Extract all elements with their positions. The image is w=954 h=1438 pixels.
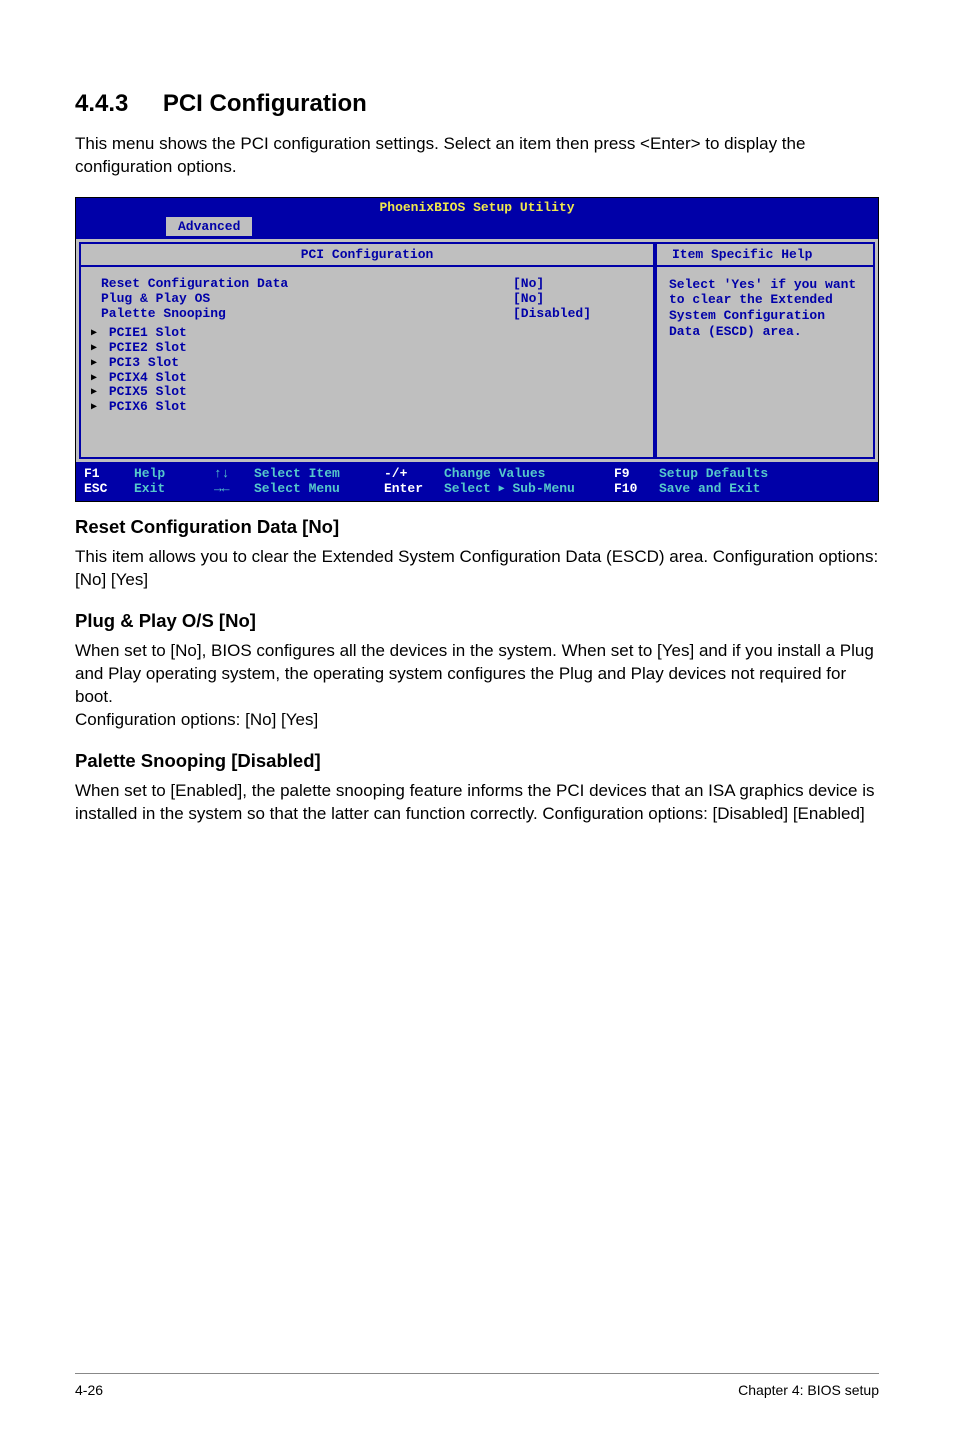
footer-label-select-item: Select Item bbox=[254, 466, 340, 481]
bios-left-header: PCI Configuration bbox=[81, 244, 653, 267]
section-header: 4.4.3 PCI Configuration bbox=[75, 90, 879, 118]
footer-label-sub-menu: Select ▶ Sub-Menu bbox=[444, 481, 575, 496]
footer-key-esc: ESC bbox=[84, 481, 107, 496]
submenu-arrow-icon: ▶ bbox=[91, 402, 101, 414]
bios-main: PCI Configuration Reset Configuration Da… bbox=[76, 237, 878, 462]
bios-title: PhoenixBIOS Setup Utility bbox=[76, 198, 878, 217]
footer-label-setup-defaults: Setup Defaults bbox=[659, 466, 768, 481]
bios-left-pane: PCI Configuration Reset Configuration Da… bbox=[79, 242, 655, 459]
submenu-arrow-icon: ▶ bbox=[91, 328, 101, 340]
subsection-title: Reset Configuration Data [No] bbox=[75, 516, 879, 538]
submenu-arrow-icon: ▶ bbox=[91, 373, 101, 385]
submenu-arrow-icon: ▶ bbox=[499, 484, 505, 496]
bios-menubar: Advanced bbox=[76, 217, 878, 237]
subsection-title: Palette Snooping [Disabled] bbox=[75, 750, 879, 772]
bios-footer: F1 ESC Help Exit ↑↓ →← Select Item Selec… bbox=[76, 462, 878, 502]
footer-key-f1: F1 bbox=[84, 466, 100, 481]
updown-arrows-icon: ↑↓ bbox=[214, 466, 230, 481]
bios-item[interactable]: Reset Configuration Data bbox=[91, 277, 513, 292]
section-title: PCI Configuration bbox=[163, 90, 367, 118]
subsection-body: This item allows you to clear the Extend… bbox=[75, 546, 879, 592]
footer-label-exit: Exit bbox=[134, 481, 165, 496]
section-number: 4.4.3 bbox=[75, 90, 128, 118]
bios-item-submenu[interactable]: ▶ PCIX6 Slot bbox=[91, 400, 513, 415]
bios-item-submenu[interactable]: ▶ PCIE2 Slot bbox=[91, 341, 513, 356]
bios-right-pane: Item Specific Help Select 'Yes' if you w… bbox=[655, 242, 875, 459]
bios-item-values: [No] [No] [Disabled] bbox=[513, 277, 653, 427]
bios-item-submenu[interactable]: ▶ PCI3 Slot bbox=[91, 356, 513, 371]
bios-right-header: Item Specific Help bbox=[657, 244, 873, 267]
bios-item-submenu[interactable]: ▶ PCIX4 Slot bbox=[91, 371, 513, 386]
intro-paragraph: This menu shows the PCI configuration se… bbox=[75, 133, 879, 179]
leftright-arrows-icon: →← bbox=[214, 481, 230, 496]
page-footer: 4-26 Chapter 4: BIOS setup bbox=[75, 1373, 879, 1398]
footer-label-save-exit: Save and Exit bbox=[659, 481, 760, 496]
bios-item-submenu[interactable]: ▶ PCIX5 Slot bbox=[91, 385, 513, 400]
bios-item-labels: Reset Configuration Data Plug & Play OS … bbox=[86, 277, 513, 427]
bios-value[interactable]: [No] bbox=[513, 277, 653, 292]
subsection-body: When set to [Enabled], the palette snoop… bbox=[75, 780, 879, 826]
subsection-body: When set to [No], BIOS configures all th… bbox=[75, 640, 879, 732]
bios-item-submenu[interactable]: ▶ PCIE1 Slot bbox=[91, 326, 513, 341]
submenu-arrow-icon: ▶ bbox=[91, 358, 101, 370]
submenu-arrow-icon: ▶ bbox=[91, 387, 101, 399]
submenu-arrow-icon: ▶ bbox=[91, 343, 101, 355]
footer-key-minusplus: -/+ bbox=[384, 466, 407, 481]
footer-key-f9: F9 bbox=[614, 466, 630, 481]
chapter-label: Chapter 4: BIOS setup bbox=[738, 1382, 879, 1398]
bios-item[interactable]: Palette Snooping bbox=[91, 307, 513, 322]
footer-key-enter: Enter bbox=[384, 481, 423, 496]
subsection-title: Plug & Play O/S [No] bbox=[75, 610, 879, 632]
page-number: 4-26 bbox=[75, 1382, 103, 1398]
bios-tab-advanced[interactable]: Advanced bbox=[166, 217, 252, 236]
bios-item[interactable]: Plug & Play OS bbox=[91, 292, 513, 307]
bios-value[interactable]: [No] bbox=[513, 292, 653, 307]
footer-label-help: Help bbox=[134, 466, 165, 481]
bios-body: Reset Configuration Data Plug & Play OS … bbox=[81, 267, 653, 457]
bios-screenshot: PhoenixBIOS Setup Utility Advanced PCI C… bbox=[75, 197, 879, 503]
footer-key-f10: F10 bbox=[614, 481, 637, 496]
bios-help-text: Select 'Yes' if you want to clear the Ex… bbox=[657, 267, 873, 349]
bios-value[interactable]: [Disabled] bbox=[513, 307, 653, 322]
footer-label-change-values: Change Values bbox=[444, 466, 545, 481]
footer-label-select-menu: Select Menu bbox=[254, 481, 340, 496]
